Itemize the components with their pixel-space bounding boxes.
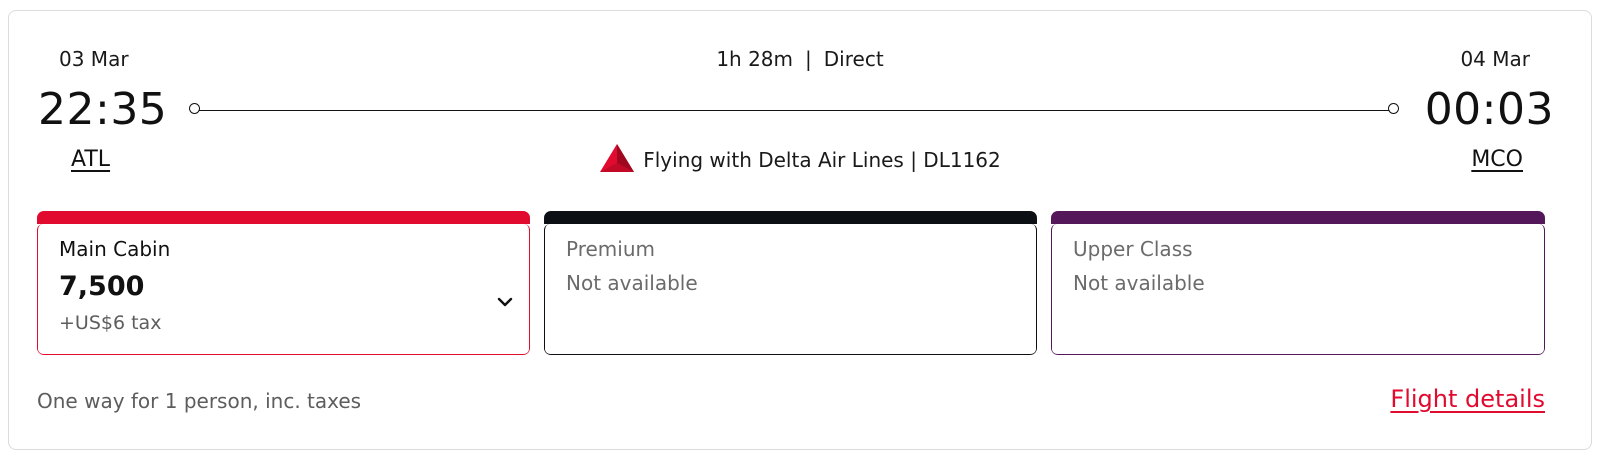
flight-details-link[interactable]: Flight details	[1390, 385, 1545, 413]
fare-accent-bar	[544, 211, 1037, 224]
departure-time: 22:35	[38, 84, 168, 135]
fare-price: 7,500	[59, 271, 145, 302]
fare-tax: +US$6 tax	[59, 312, 162, 334]
carrier-info: Flying with Delta Air Lines | DL1162	[0, 143, 1600, 173]
route-start-dot	[189, 103, 200, 114]
fare-card-premium: Premium Not available	[544, 211, 1037, 355]
fare-availability: Not available	[566, 271, 698, 295]
arrival-time: 00:03	[1424, 84, 1554, 135]
fare-card-main-cabin[interactable]: Main Cabin 7,500 +US$6 tax	[37, 211, 530, 355]
fare-name: Premium	[566, 237, 655, 261]
delta-widget-icon	[600, 144, 635, 172]
chevron-down-icon[interactable]	[496, 293, 514, 311]
price-note: One way for 1 person, inc. taxes	[37, 389, 362, 413]
fare-card-upper-class: Upper Class Not available	[1051, 211, 1545, 355]
flight-duration-info: 1h 28m | Direct	[0, 47, 1600, 71]
fare-accent-bar	[1051, 211, 1545, 224]
fare-accent-bar	[37, 211, 530, 224]
fare-name: Upper Class	[1073, 237, 1193, 261]
route-end-dot	[1388, 103, 1399, 114]
fare-availability: Not available	[1073, 271, 1205, 295]
duration-separator: |	[805, 47, 812, 71]
carrier-text: Flying with Delta Air Lines | DL1162	[643, 148, 1001, 172]
duration-text: 1h 28m	[716, 47, 794, 71]
stops-text: Direct	[823, 47, 884, 71]
arrival-date: 04 Mar	[1460, 47, 1530, 71]
route-line	[196, 110, 1394, 111]
fare-name: Main Cabin	[59, 237, 171, 261]
